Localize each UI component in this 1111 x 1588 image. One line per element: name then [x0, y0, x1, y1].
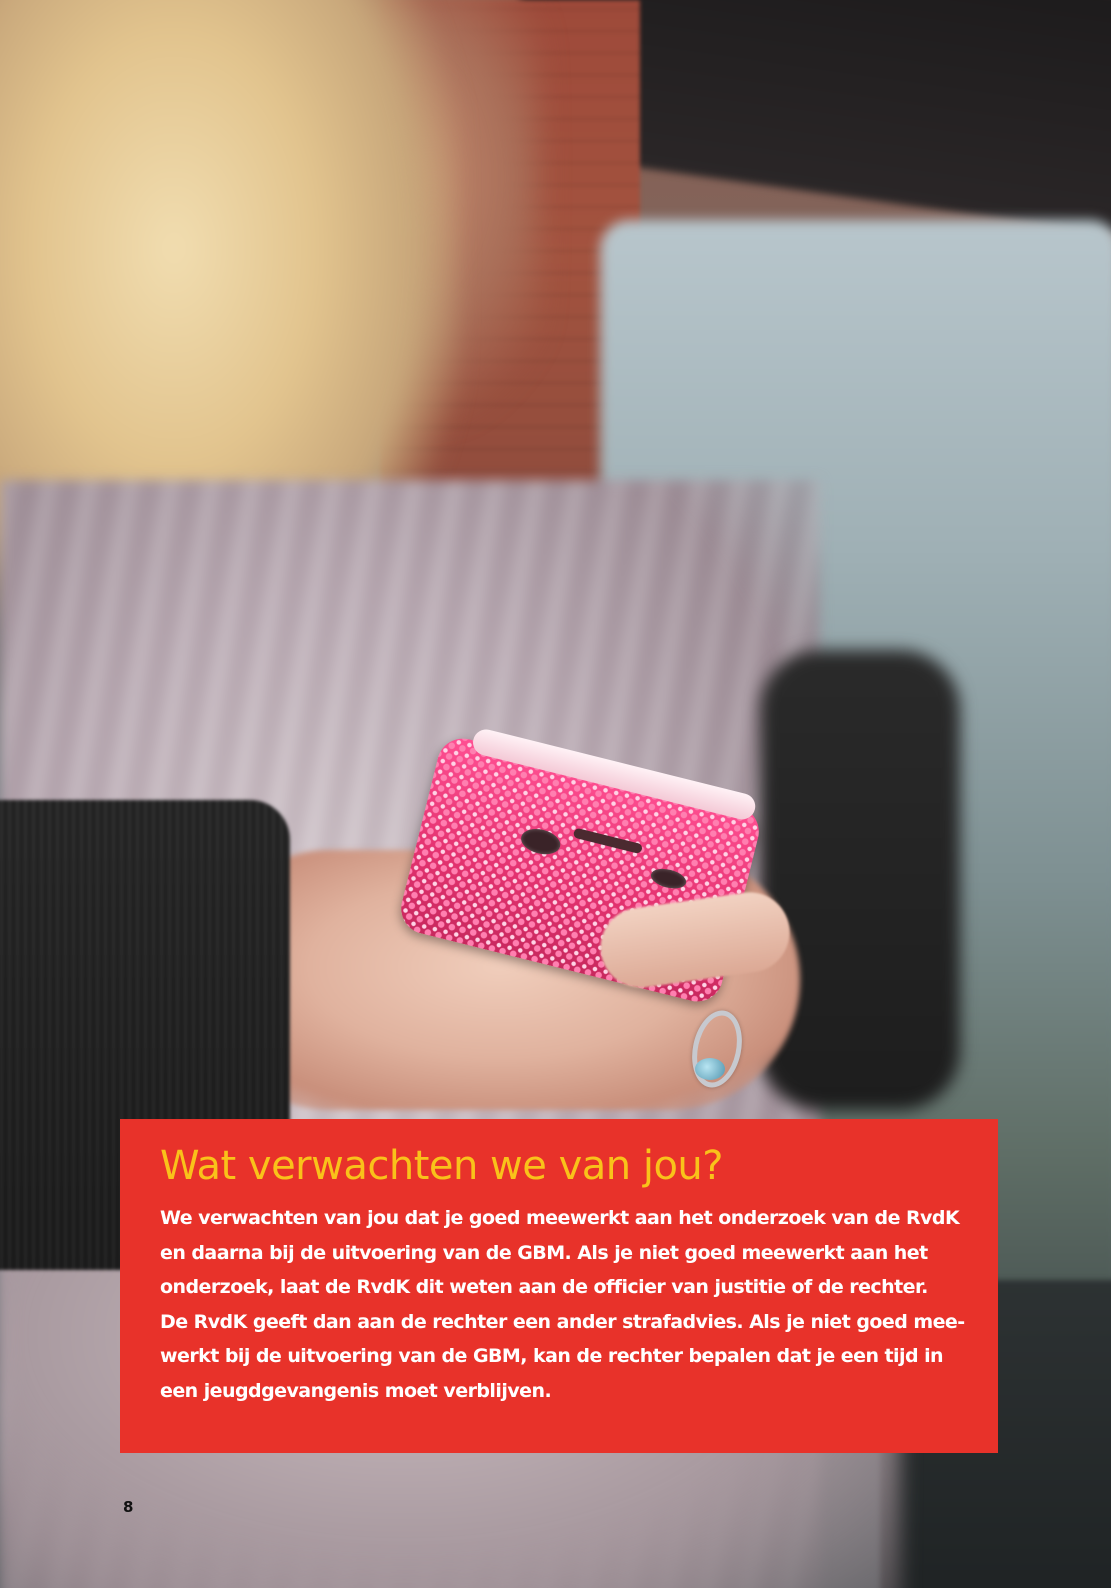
body-line: We verwachten van jou dat je goed meewer…	[160, 1207, 960, 1229]
phone-camera-lens	[518, 825, 564, 859]
section-body: We verwachten van jou dat je goed meewer…	[160, 1201, 968, 1408]
photo-right-sleeve	[760, 650, 960, 1110]
body-line: werkt bij de uitvoering van de GBM, kan …	[160, 1345, 944, 1367]
section-title: Wat verwachten we van jou?	[160, 1143, 724, 1189]
body-line: De RvdK geeft dan aan de rechter een and…	[160, 1310, 965, 1333]
body-line: en daarna bij de uitvoering van de GBM. …	[160, 1241, 928, 1264]
page: Wat verwachten we van jou? We verwachten…	[0, 0, 1111, 1588]
body-line: een jeugdgevangenis moet verblijven.	[160, 1379, 552, 1402]
info-box: Wat verwachten we van jou? We verwachten…	[120, 1119, 998, 1453]
ring-stone-image	[695, 1058, 725, 1080]
phone-slot	[572, 827, 644, 855]
phone-flash	[648, 865, 689, 892]
body-line: onderzoek, laat de RvdK dit weten aan de…	[160, 1276, 928, 1298]
page-number: 8	[123, 1498, 134, 1516]
